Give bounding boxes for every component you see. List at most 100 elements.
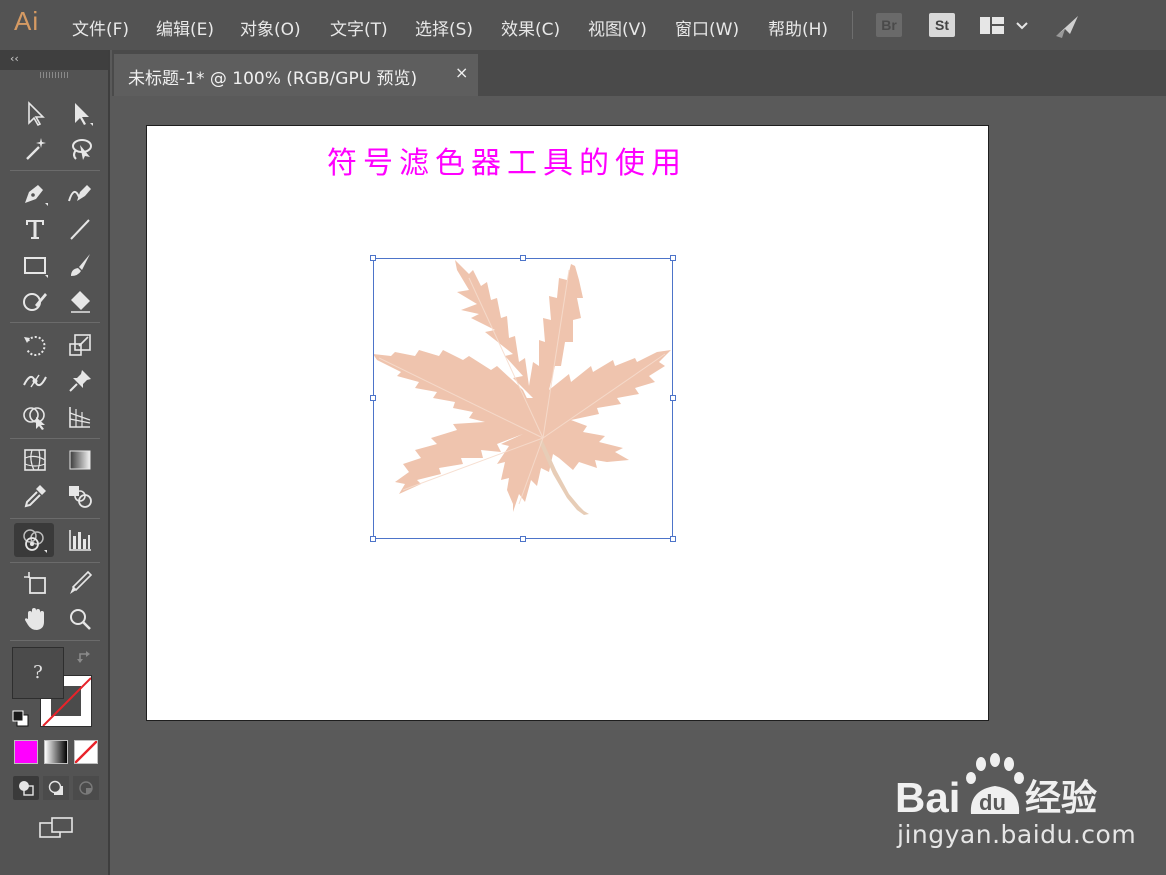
menu-type[interactable]: 文字(T) xyxy=(330,15,388,40)
menu-bar: Ai 文件(F) 编辑(E) 对象(O) 文字(T) 选择(S) 效果(C) 视… xyxy=(0,0,1166,50)
selection-bounding-box[interactable] xyxy=(370,255,676,542)
screen-mode-button[interactable] xyxy=(38,815,74,843)
pushpin-icon xyxy=(69,370,91,392)
zoom-tool[interactable] xyxy=(62,602,98,636)
artboard-heading-text[interactable]: 符号滤色器工具的使用 xyxy=(327,138,687,182)
draw-normal-icon xyxy=(19,781,34,796)
line-segment-tool[interactable] xyxy=(62,212,98,246)
resize-handle-bottom-left[interactable] xyxy=(370,536,376,542)
rotate-tool[interactable] xyxy=(17,328,53,362)
scale-tool[interactable] xyxy=(62,328,98,362)
magic-wand-tool[interactable] xyxy=(17,132,53,166)
line-segment-icon xyxy=(70,219,90,240)
menu-window[interactable]: 窗口(W) xyxy=(675,15,739,40)
svg-text:Bai: Bai xyxy=(895,774,960,820)
draw-inside-button[interactable] xyxy=(73,776,99,800)
curvature-pen-icon xyxy=(68,185,91,202)
rectangle-icon xyxy=(24,257,48,278)
menu-select[interactable]: 选择(S) xyxy=(415,15,473,40)
hand-tool[interactable] xyxy=(17,602,53,636)
width-tool[interactable] xyxy=(17,364,53,398)
draw-behind-icon xyxy=(48,780,63,795)
direct-selection-arrow-icon xyxy=(75,103,93,126)
slice-tool[interactable] xyxy=(62,566,98,600)
publish-icon[interactable] xyxy=(1052,12,1082,40)
default-colors-icon[interactable] xyxy=(12,710,30,732)
pen-nib-icon xyxy=(25,185,48,206)
rectangle-tool[interactable] xyxy=(17,248,53,282)
workspace-switcher[interactable] xyxy=(978,14,1030,38)
eraser-tool[interactable] xyxy=(62,284,98,318)
resize-handle-bottom-right[interactable] xyxy=(670,536,676,542)
hand-icon xyxy=(25,608,44,630)
color-mode-button[interactable] xyxy=(14,740,38,764)
menu-effect[interactable]: 效果(C) xyxy=(501,15,560,40)
direct-selection-tool[interactable] xyxy=(62,96,98,130)
type-tool[interactable] xyxy=(17,212,53,246)
blend-tool[interactable] xyxy=(62,479,98,513)
swap-fill-stroke-icon[interactable] xyxy=(76,648,94,670)
menu-file[interactable]: 文件(F) xyxy=(72,15,129,40)
symbol-sprayer-icon xyxy=(23,529,47,553)
shape-builder-icon xyxy=(23,407,45,430)
gradient-tool[interactable] xyxy=(62,443,98,477)
resize-handle-top-right[interactable] xyxy=(670,255,676,261)
artboard-tool[interactable] xyxy=(17,566,53,600)
artboard[interactable]: 符号滤色器工具的使用 xyxy=(146,125,989,721)
collapse-panel-icon[interactable]: ‹‹ xyxy=(10,52,19,65)
paintbrush-icon xyxy=(71,254,90,276)
bridge-button[interactable]: Br xyxy=(876,13,902,37)
lasso-icon xyxy=(72,139,92,160)
panel-header[interactable]: ‹‹ xyxy=(0,50,108,70)
curvature-tool[interactable] xyxy=(62,176,98,210)
selection-arrow-icon xyxy=(28,101,45,127)
rotate-icon xyxy=(24,336,46,356)
perspective-grid-tool[interactable] xyxy=(62,400,98,434)
draw-behind-button[interactable] xyxy=(43,776,69,800)
mesh-icon xyxy=(24,449,46,471)
tool-divider xyxy=(10,562,100,563)
resize-handle-top[interactable] xyxy=(520,255,526,261)
menu-object[interactable]: 对象(O) xyxy=(240,15,301,40)
selection-tool[interactable] xyxy=(17,96,53,130)
width-icon xyxy=(23,374,47,388)
slice-knife-icon xyxy=(70,570,93,594)
baidu-jingyan-watermark-logo: Bai du 经验 xyxy=(895,750,1115,821)
mesh-tool[interactable] xyxy=(17,443,53,477)
shaper-tool[interactable] xyxy=(17,284,53,318)
none-mode-button[interactable] xyxy=(74,740,98,764)
lasso-tool[interactable] xyxy=(62,132,98,166)
blend-icon xyxy=(69,486,92,508)
type-t-icon xyxy=(26,220,44,239)
resize-handle-left[interactable] xyxy=(370,395,376,401)
pen-tool[interactable] xyxy=(17,176,53,210)
resize-handle-bottom[interactable] xyxy=(520,536,526,542)
tool-divider xyxy=(10,640,100,641)
close-tab-icon[interactable]: × xyxy=(455,63,468,82)
menu-help[interactable]: 帮助(H) xyxy=(768,15,828,40)
panel-grip[interactable] xyxy=(40,72,70,78)
eyedropper-tool[interactable] xyxy=(17,479,53,513)
svg-text:du: du xyxy=(979,790,1006,815)
document-tab[interactable]: 未标题-1* @ 100% (RGB/GPU 预览) × xyxy=(114,54,478,96)
fill-swatch[interactable]: ? xyxy=(12,647,64,699)
menu-view[interactable]: 视图(V) xyxy=(588,15,647,40)
screen-mode-icon xyxy=(39,817,73,838)
tool-divider xyxy=(10,438,100,439)
puppet-warp-tool[interactable] xyxy=(62,364,98,398)
shaper-icon xyxy=(23,293,47,311)
menu-edit[interactable]: 编辑(E) xyxy=(156,15,214,40)
column-graph-tool[interactable] xyxy=(62,523,98,557)
stock-button[interactable]: St xyxy=(929,13,955,37)
symbol-sprayer-tool[interactable] xyxy=(14,523,54,557)
shape-builder-tool[interactable] xyxy=(17,400,53,434)
draw-normal-button[interactable] xyxy=(13,776,39,800)
column-graph-icon xyxy=(69,530,91,551)
paintbrush-tool[interactable] xyxy=(62,248,98,282)
tool-divider xyxy=(10,170,100,171)
gradient-mode-button[interactable] xyxy=(44,740,68,764)
resize-handle-top-left[interactable] xyxy=(370,255,376,261)
artboard-icon xyxy=(24,572,46,594)
resize-handle-right[interactable] xyxy=(670,395,676,401)
draw-inside-icon xyxy=(79,781,93,795)
